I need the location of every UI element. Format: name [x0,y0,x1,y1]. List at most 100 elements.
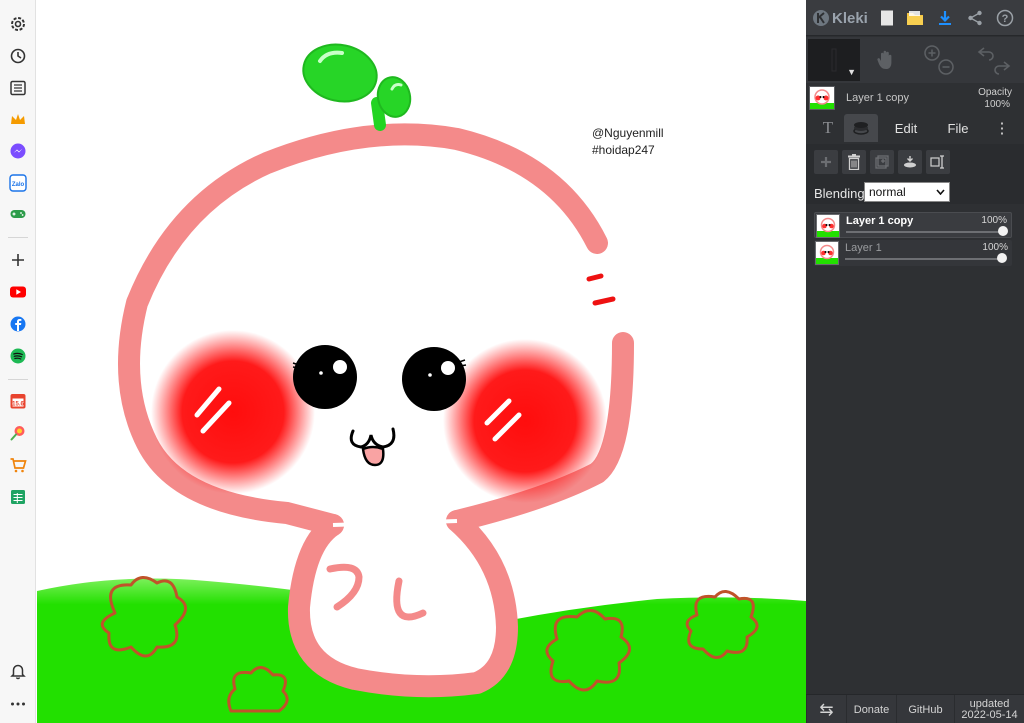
cheek-left [151,330,315,494]
tool-row: ▼ [806,37,1024,83]
lollipop-icon[interactable] [7,422,29,444]
delete-layer-button[interactable] [842,150,866,174]
drawing-canvas[interactable]: @Nguyenmill #hoidap247 [37,3,806,723]
cap-mark [586,273,616,306]
opacity-label: Opacity [978,87,1012,98]
history-icon[interactable] [7,45,29,67]
open-folder-icon[interactable] [904,7,926,29]
calendar-icon[interactable]: 15.6 [7,390,29,412]
rail-separator [8,237,28,238]
spotify-icon[interactable] [7,345,29,367]
bell-icon[interactable] [7,660,29,682]
add-layer-button[interactable] [814,150,838,174]
updated-info: updated 2022-05-14 [954,695,1024,723]
tab-text[interactable]: T [814,114,842,142]
layer-thumbnail [816,214,840,238]
tab-edit[interactable]: Edit [884,114,928,142]
zoom-tool-button[interactable] [914,39,964,81]
active-layer-header: Layer 1 copy Opacity 100% [806,84,1024,112]
eye-right [402,347,466,411]
credit-handle: @Nguyenmill [592,126,664,140]
credit-tag: #hoidap247 [592,143,655,157]
share-icon[interactable] [964,7,986,29]
updated-date: 2022-05-14 [961,708,1018,721]
github-link[interactable]: GitHub [896,695,954,723]
chevron-down-icon[interactable]: ▼ [847,67,856,77]
zoom-icon [924,45,954,75]
crown-icon[interactable] [7,108,29,130]
slider-handle[interactable] [997,253,1007,263]
add-layer-icon [821,157,831,167]
layer-opacity: 100% [981,215,1007,226]
undo-icon [977,47,1011,75]
eye-left [293,345,357,409]
more-dots-icon[interactable] [7,693,29,715]
help-icon[interactable]: ? [994,7,1016,29]
kleki-topbar: Kleki ? [806,0,1024,36]
facebook-icon[interactable] [7,313,29,335]
layer-row[interactable]: Layer 1 100% [814,240,1012,266]
hand-tool-button[interactable] [864,39,908,81]
hand-icon [877,50,892,69]
mushroom-stem [287,510,518,698]
brush-icon [831,48,837,72]
updated-label: updated [969,697,1010,710]
panel-footer: ⇆ Donate GitHub updated 2022-05-14 [806,694,1024,723]
sheet-icon[interactable] [7,486,29,508]
layer-tools: Blending normal [806,144,1024,204]
kleki-logo-icon [813,10,829,26]
layer-opacity: 100% [982,242,1008,253]
zalo-icon[interactable]: Zalo [7,172,29,194]
tab-file[interactable]: File [938,114,978,142]
layer-opacity-slider[interactable] [846,231,1005,233]
text-tool-icon: T [822,118,834,137]
layer-name: Layer 1 [845,242,882,254]
svg-text:Zalo: Zalo [12,182,25,188]
chevron-down-icon [936,189,945,195]
app-name: Kleki [832,9,868,27]
gamepad-icon[interactable] [7,203,29,225]
merge-layer-button[interactable] [898,150,922,174]
duplicate-layer-icon [875,155,889,169]
active-layer-name: Layer 1 copy [846,92,909,104]
delete-layer-icon [848,154,860,170]
messenger-icon[interactable] [7,140,29,162]
app-window: Zalo 15.6 @Nguyenmill #hoidap247 Kleki ?… [0,0,1024,723]
slider-handle[interactable] [998,226,1008,236]
rail-separator [8,379,28,380]
new-file-icon[interactable] [876,7,898,29]
panel-tabs: T Edit File ⋮ [806,112,1024,142]
layer-opacity-slider[interactable] [845,258,1006,260]
reading-list-icon[interactable] [7,77,29,99]
donate-link[interactable]: Donate [846,695,896,723]
blending-select[interactable]: normal [864,182,950,202]
layer-name: Layer 1 copy [846,215,914,227]
active-layer-thumbnail [809,86,835,110]
blending-label: Blending [814,186,865,201]
sprout-leaf-big [302,43,378,103]
layers-icon [853,122,869,135]
rename-layer-button[interactable] [926,150,950,174]
swap-side-icon[interactable]: ⇆ [806,695,846,723]
tab-layers[interactable] [844,114,878,142]
blending-value: normal [869,185,906,199]
opacity-value: 100% [984,99,1010,110]
settings-icon[interactable] [7,13,29,35]
cart-icon[interactable] [7,454,29,476]
svg-text:15.6: 15.6 [12,401,24,407]
mouth [349,427,396,449]
download-icon[interactable] [934,7,956,29]
duplicate-layer-button[interactable] [870,150,894,174]
rename-layer-icon [930,155,944,169]
layer-row[interactable]: Layer 1 copy 100% [814,212,1012,238]
brush-tool-button[interactable]: ▼ [808,39,860,81]
kleki-logo[interactable]: Kleki [812,8,868,28]
plus-icon[interactable] [7,249,29,271]
browser-side-rail: Zalo 15.6 [0,0,36,723]
undo-tool-button[interactable] [968,39,1020,81]
merge-layer-icon [904,156,916,168]
more-menu-icon[interactable]: ⋮ [992,114,1012,142]
youtube-icon[interactable] [7,281,29,303]
layer-thumbnail [815,241,839,265]
kleki-panel: Kleki ? ▼ Layer 1 copy Opacity 100% T Ed… [806,0,1024,723]
